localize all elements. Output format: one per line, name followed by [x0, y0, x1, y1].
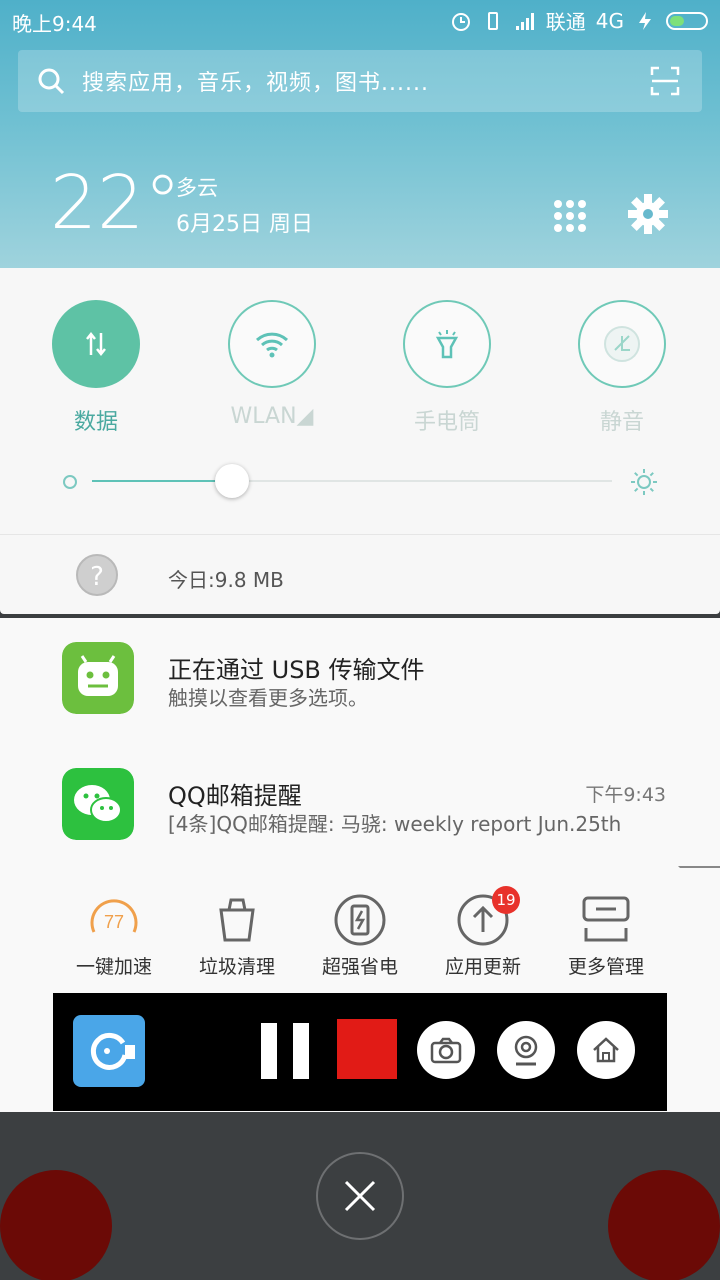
- quick-settings-panel: 数据 WLAN◢ 手电筒 静音 ? 今日:9.8 MB: [0, 268, 720, 614]
- tool-label: 应用更新: [444, 956, 521, 978]
- alarm-icon: [451, 12, 470, 31]
- home-button[interactable]: [577, 1021, 635, 1079]
- toggle-mute[interactable]: 静音: [578, 300, 666, 435]
- brightness-thumb[interactable]: [215, 464, 250, 498]
- status-icons: 联通 4G: [450, 6, 708, 35]
- pause-bar: [293, 1023, 309, 1079]
- gear-icon[interactable]: [626, 192, 670, 236]
- tool-clean[interactable]: 垃圾清理: [182, 892, 292, 979]
- toggle-label: 数据: [73, 410, 118, 435]
- weather-date: 6月25日 周日: [176, 212, 313, 237]
- recorder-logo-icon: [90, 1032, 135, 1070]
- more-manage-icon: [582, 896, 630, 942]
- brightness-fill: [92, 480, 233, 482]
- notification-time: 下午9:43: [585, 784, 666, 806]
- tool-label: 超强省电: [321, 956, 398, 978]
- toggle-label: 静音: [599, 410, 644, 435]
- search-bar[interactable]: 搜索应用，音乐，视频，图书......: [18, 50, 702, 112]
- notification-title: QQ邮箱提醒: [168, 782, 302, 810]
- signal-icon: [515, 12, 534, 30]
- scan-icon[interactable]: [650, 66, 680, 96]
- divider: [0, 534, 720, 535]
- webcam-button[interactable]: [497, 1021, 555, 1079]
- update-count-badge: 19: [492, 886, 520, 914]
- brightness-low-icon: [63, 475, 77, 489]
- tool-power-save[interactable]: 超强省电: [305, 892, 415, 979]
- bottom-bar: [0, 1112, 720, 1280]
- home-icon: [593, 1037, 619, 1063]
- close-icon: [344, 1180, 376, 1212]
- data-usage-text[interactable]: 今日:9.8 MB: [168, 564, 284, 593]
- tool-speed-up[interactable]: 77 一键加速: [59, 892, 169, 979]
- speed-gauge-icon: 77: [90, 899, 138, 933]
- notification-usb[interactable]: 正在通过 USB 传输文件 触摸以查看更多选项。: [0, 618, 720, 738]
- search-placeholder: 搜索应用，音乐，视频，图书......: [82, 71, 429, 96]
- android-icon: [62, 642, 134, 714]
- battery-icon: [666, 11, 708, 30]
- flashlight-toggle-circle[interactable]: [403, 300, 491, 388]
- search-icon: [38, 68, 65, 95]
- status-bar: 晚上9:44 联通 4G: [0, 0, 720, 40]
- tool-app-update[interactable]: 19 应用更新: [428, 886, 538, 979]
- pause-bar: [261, 1023, 277, 1079]
- data-toggle-circle[interactable]: [52, 300, 140, 388]
- brightness-high-icon: [631, 469, 657, 495]
- brightness-slider[interactable]: [92, 480, 612, 482]
- vibrate-icon: [487, 11, 498, 30]
- recorder-app-button[interactable]: [73, 1015, 145, 1087]
- tool-label: 垃圾清理: [198, 956, 275, 978]
- camera-icon: [430, 1037, 462, 1064]
- carrier-label: 联通: [545, 10, 586, 34]
- notification-subtitle: 触摸以查看更多选项。: [168, 686, 368, 710]
- weather-condition: 多云: [176, 176, 218, 200]
- flashlight-icon: [435, 330, 459, 359]
- charging-icon: [639, 11, 651, 30]
- screenshot-button[interactable]: [417, 1021, 475, 1079]
- toggle-wlan[interactable]: WLAN◢: [228, 300, 316, 429]
- temperature[interactable]: 22°: [50, 160, 181, 246]
- tool-label: 一键加速: [75, 956, 152, 978]
- webcam-icon: [514, 1035, 538, 1066]
- toggle-label: WLAN◢: [230, 404, 314, 429]
- data-transfer-icon: [86, 331, 106, 357]
- mute-toggle-circle[interactable]: [578, 300, 666, 388]
- wlan-toggle-circle[interactable]: [228, 300, 316, 388]
- tool-label: 更多管理: [567, 956, 644, 978]
- screen-recorder-toolbar: [53, 993, 667, 1111]
- svg-text:77: 77: [104, 912, 124, 932]
- toggle-flashlight[interactable]: 手电筒: [403, 300, 491, 435]
- floating-indicator-right[interactable]: [608, 1170, 720, 1280]
- pause-button[interactable]: [261, 1023, 311, 1079]
- mute-icon: [604, 326, 640, 362]
- notification-title: 正在通过 USB 传输文件: [168, 656, 425, 684]
- toggle-label: 手电筒: [413, 410, 480, 435]
- wifi-icon: [255, 332, 289, 358]
- toggle-mobile-data[interactable]: 数据: [52, 300, 140, 435]
- network-type: 4G: [595, 8, 624, 33]
- data-usage-icon: ?: [76, 554, 118, 596]
- notification-subtitle: [4条]QQ邮箱提醒: 马骁: weekly report Jun.25th: [168, 812, 622, 836]
- battery-saver-icon: [334, 894, 386, 946]
- stop-record-button[interactable]: [337, 1019, 397, 1079]
- tool-more-manage[interactable]: 更多管理: [551, 892, 661, 979]
- apps-grid-icon[interactable]: [550, 196, 590, 236]
- weather-header: 晚上9:44 联通 4G 搜索应用，音乐，视频，图书...... 22° 多云 …: [0, 0, 720, 268]
- close-panel-button[interactable]: [316, 1152, 404, 1240]
- notification-qqmail[interactable]: QQ邮箱提醒 [4条]QQ邮箱提醒: 马骁: weekly report Jun…: [0, 744, 720, 864]
- trash-clean-icon: [219, 898, 255, 942]
- wechat-icon: [62, 768, 134, 840]
- tools-row: 77 一键加速 垃圾清理 超强省电 19 应用更新 更多管理: [0, 868, 720, 994]
- status-time: 晚上9:44: [12, 12, 97, 36]
- floating-indicator-left[interactable]: [0, 1170, 112, 1280]
